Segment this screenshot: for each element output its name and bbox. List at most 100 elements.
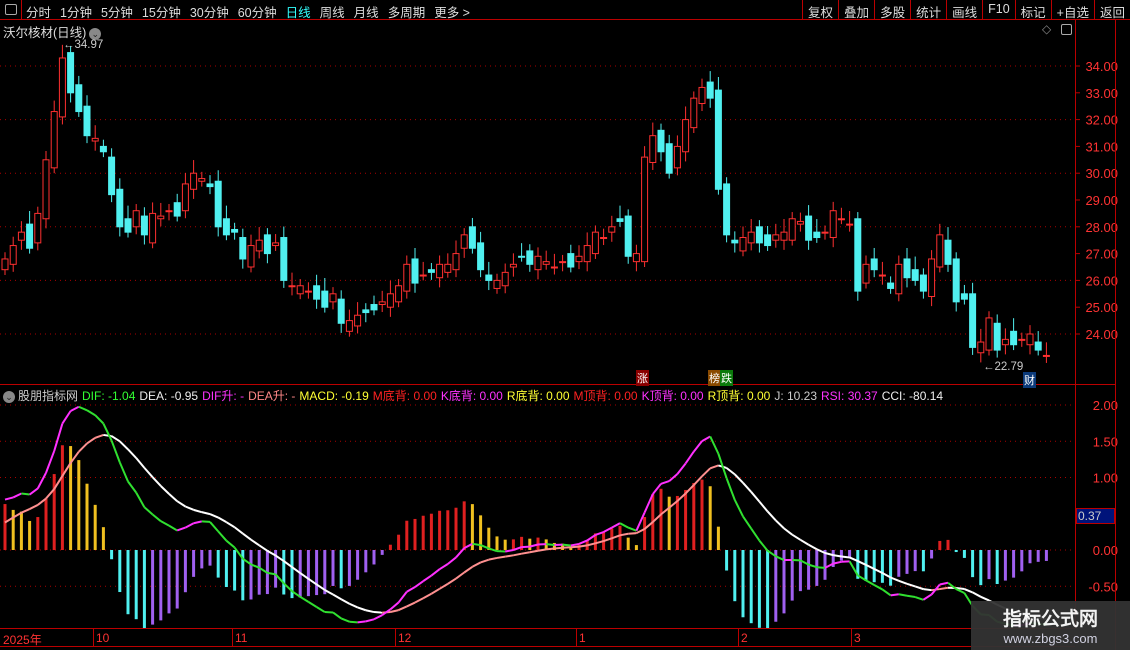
candle-body[interactable] [649, 135, 657, 163]
candle-body[interactable] [657, 129, 665, 153]
candle-body[interactable] [878, 274, 886, 277]
candle-body[interactable] [747, 231, 755, 244]
candle-body[interactable] [132, 210, 140, 228]
candle-body[interactable] [1001, 338, 1009, 346]
candle-body[interactable] [288, 285, 296, 288]
candle-body[interactable] [83, 105, 91, 137]
candle-body[interactable] [583, 245, 591, 263]
candle-body[interactable] [468, 226, 476, 249]
candle-body[interactable] [969, 293, 977, 348]
candle-body[interactable] [34, 212, 42, 244]
candle-body[interactable] [181, 183, 189, 212]
candle-body[interactable] [378, 301, 386, 306]
candle-body[interactable] [591, 231, 599, 255]
candle-body[interactable] [936, 234, 944, 268]
candle-body[interactable] [460, 234, 468, 249]
candle-body[interactable] [780, 231, 788, 241]
candle-body[interactable] [124, 218, 132, 233]
candle-body[interactable] [1010, 330, 1018, 346]
candle-body[interactable] [354, 314, 362, 327]
candle-body[interactable] [403, 263, 411, 292]
candle-body[interactable] [739, 237, 747, 252]
candle-body[interactable] [427, 269, 435, 273]
candle-body[interactable] [870, 258, 878, 271]
candle-body[interactable] [1018, 338, 1026, 341]
candle-body[interactable] [173, 202, 181, 217]
candle-body[interactable] [501, 271, 509, 287]
candle-body[interactable] [477, 242, 485, 271]
candle-body[interactable] [1042, 354, 1050, 357]
candle-body[interactable] [903, 258, 911, 279]
candle-body[interactable] [682, 119, 690, 153]
candle-body[interactable] [616, 218, 624, 222]
candle-body[interactable] [706, 81, 714, 99]
candle-body[interactable] [829, 210, 837, 239]
candle-body[interactable] [345, 320, 353, 332]
candle-body[interactable] [952, 258, 960, 303]
candle-body[interactable] [641, 156, 649, 263]
candle-body[interactable] [395, 285, 403, 303]
candle-body[interactable] [764, 234, 772, 247]
candle-body[interactable] [214, 180, 222, 228]
candle-body[interactable] [813, 231, 821, 239]
candle-body[interactable] [632, 253, 640, 263]
candle-body[interactable] [624, 215, 632, 257]
candle-body[interactable] [165, 210, 173, 213]
candle-body[interactable] [26, 223, 34, 249]
candle-body[interactable] [821, 231, 829, 234]
candle-body[interactable] [772, 234, 780, 241]
candle-body[interactable] [665, 143, 673, 174]
candle-body[interactable] [526, 250, 534, 265]
candle-body[interactable] [575, 255, 583, 263]
candle-body[interactable] [911, 269, 919, 281]
candle-body[interactable] [321, 290, 329, 308]
candle-body[interactable] [698, 86, 706, 105]
candle-body[interactable] [493, 279, 501, 289]
candle-body[interactable] [928, 258, 936, 297]
candle-body[interactable] [386, 293, 394, 308]
candle-body[interactable] [714, 89, 722, 190]
candle-body[interactable] [140, 215, 148, 236]
candle-body[interactable] [337, 298, 345, 324]
candle-body[interactable] [542, 261, 550, 265]
candle-body[interactable] [75, 84, 83, 113]
candle-body[interactable] [198, 178, 206, 182]
limit-up-tag[interactable]: 涨 [636, 370, 649, 386]
candle-body[interactable] [559, 261, 567, 264]
candle-body[interactable] [755, 226, 763, 244]
drop-tag[interactable]: 跌 [720, 370, 733, 386]
candle-body[interactable] [895, 263, 903, 295]
candle-body[interactable] [436, 263, 444, 279]
candle-body[interactable] [944, 239, 952, 265]
candle-body[interactable] [116, 188, 124, 228]
candle-body[interactable] [108, 156, 116, 196]
candle-body[interactable] [296, 285, 304, 295]
candle-body[interactable] [362, 309, 370, 314]
candle-body[interactable] [149, 212, 157, 244]
candle-body[interactable] [444, 263, 452, 273]
candle-body[interactable] [304, 290, 312, 293]
candle-body[interactable] [919, 274, 927, 292]
candle-body[interactable] [723, 183, 731, 236]
finance-tag[interactable]: 财 [1023, 372, 1036, 388]
candle-body[interactable] [977, 341, 985, 354]
candle-body[interactable] [206, 183, 214, 188]
candle-body[interactable] [485, 274, 493, 281]
candle-body[interactable] [993, 322, 1001, 351]
candle-body[interactable] [231, 228, 239, 233]
candle-body[interactable] [411, 258, 419, 284]
candle-body[interactable] [690, 97, 698, 129]
candle-body[interactable] [247, 245, 255, 268]
candle-body[interactable] [731, 239, 739, 244]
candle-body[interactable] [50, 111, 58, 169]
pane-divider[interactable] [0, 384, 1115, 385]
candle-body[interactable] [846, 223, 854, 226]
chevron-down-icon[interactable]: ⌄ [3, 390, 15, 403]
candle-body[interactable] [419, 274, 427, 277]
chart-canvas[interactable]: 34.00 33.00 32.00 31.00 30.00 29.00 28.00 27.00… [0, 0, 1130, 650]
candle-body[interactable] [263, 234, 271, 255]
candle-body[interactable] [280, 237, 288, 281]
candle-body[interactable] [673, 145, 681, 169]
candle-body[interactable] [550, 266, 558, 269]
candle-body[interactable] [99, 145, 107, 153]
